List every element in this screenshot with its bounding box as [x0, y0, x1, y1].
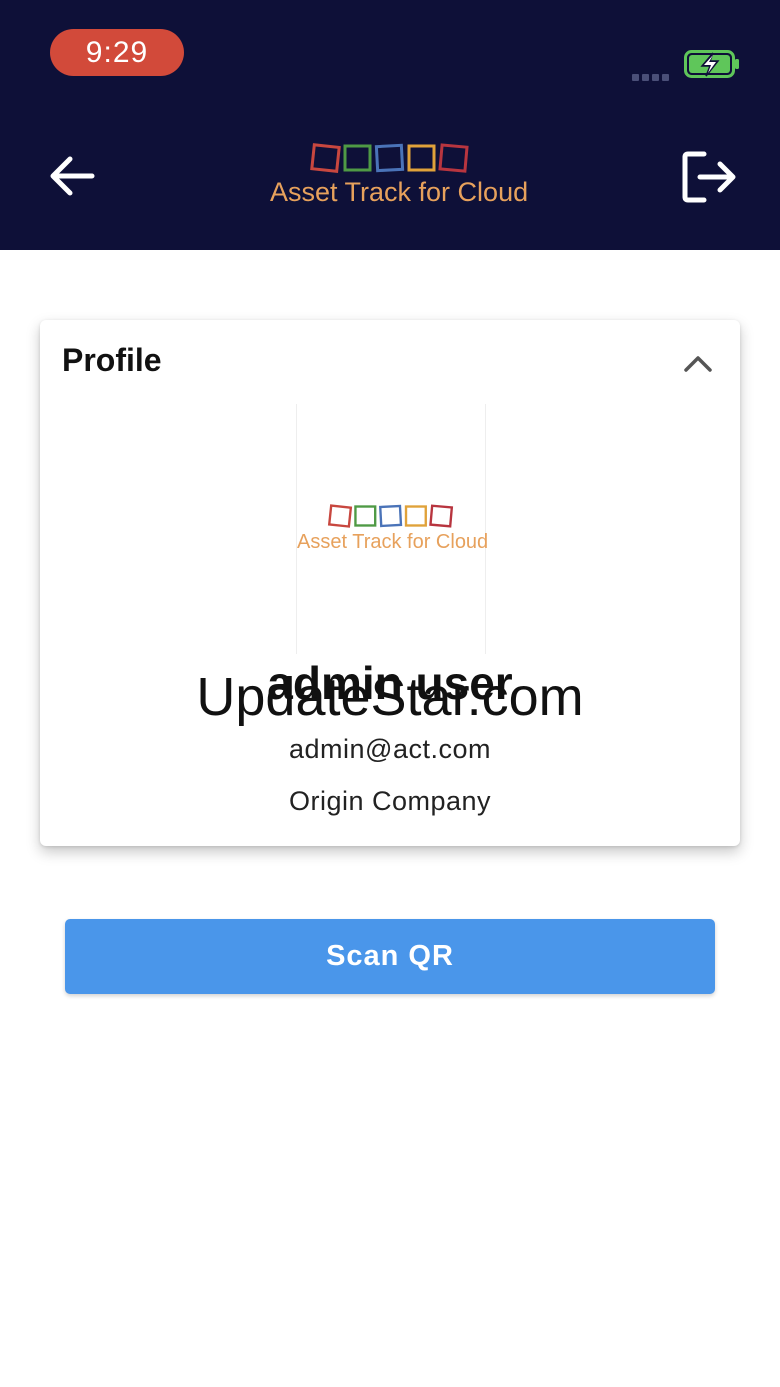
- signal-icon: [632, 68, 672, 86]
- app-name: Asset Track for Cloud: [270, 177, 529, 207]
- chevron-up-icon[interactable]: [680, 346, 716, 382]
- top-app-bar: 9:29 Asset Track for Cloud: [0, 0, 780, 250]
- back-arrow-icon[interactable]: [46, 150, 98, 202]
- scan-qr-button[interactable]: Scan QR: [65, 919, 715, 994]
- status-time: 9:29: [50, 29, 184, 76]
- profile-card: Profile Asset Track for Cloud admin user…: [40, 320, 740, 846]
- profile-avatar: Asset Track for Cloud: [296, 404, 489, 654]
- watermark: UpdateStar.com: [196, 667, 584, 727]
- user-company: Origin Company: [288, 786, 492, 816]
- user-email: admin@act.com: [289, 734, 491, 764]
- logo-squares-icon: [327, 504, 454, 528]
- profile-title: Profile: [62, 342, 162, 378]
- app-logo: Asset Track for Cloud: [270, 143, 529, 215]
- logo-squares-icon: [310, 143, 469, 173]
- battery-charging-icon: [684, 50, 739, 78]
- logout-icon[interactable]: [680, 148, 738, 206]
- avatar-logo-text: Asset Track for Cloud: [297, 531, 489, 553]
